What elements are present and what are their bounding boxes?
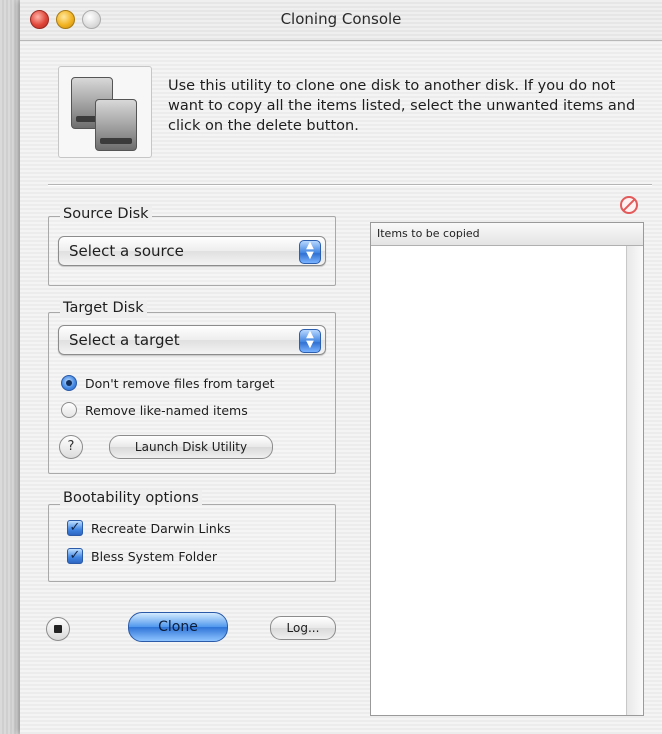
cloning-console-window: Cloning Console Use this utility to clon…: [20, 0, 662, 734]
target-popup[interactable]: Select a target ▲ ▼: [58, 325, 326, 355]
list-header-items-to-be-copied[interactable]: Items to be copied: [371, 223, 643, 246]
recreate-darwin-links-checkbox[interactable]: ✓ Recreate Darwin Links: [67, 520, 231, 536]
disk-icon-front: [95, 99, 137, 151]
bootability-group: ✓ Recreate Darwin Links ✓ Bless System F…: [48, 504, 336, 582]
up-down-arrows-icon: ▲ ▼: [299, 240, 321, 264]
checkmark-icon[interactable]: ✓: [67, 520, 83, 536]
target-disk-label: Target Disk: [60, 300, 147, 316]
separator: [48, 184, 652, 186]
window-title: Cloning Console: [280, 10, 402, 28]
source-popup-value: Select a source: [69, 242, 184, 260]
hard-disks-icon: [58, 66, 152, 158]
source-disk-label: Source Disk: [60, 206, 152, 222]
radio-unselected-indicator[interactable]: [61, 402, 77, 418]
launch-disk-utility-button[interactable]: Launch Disk Utility: [109, 435, 273, 459]
clone-button[interactable]: Clone: [128, 612, 228, 642]
delete-no-icon[interactable]: [620, 196, 638, 214]
title-bar[interactable]: Cloning Console: [20, 0, 662, 41]
radio-selected-indicator[interactable]: [61, 375, 77, 391]
radio-dont-remove-label: Don't remove files from target: [85, 375, 275, 391]
bless-system-folder-checkbox[interactable]: ✓ Bless System Folder: [67, 548, 217, 564]
radio-dont-remove[interactable]: Don't remove files from target: [61, 375, 275, 391]
list-scrollbar[interactable]: [626, 246, 643, 715]
bless-system-folder-label: Bless System Folder: [91, 548, 217, 564]
checkmark-icon[interactable]: ✓: [67, 548, 83, 564]
source-popup[interactable]: Select a source ▲ ▼: [58, 236, 326, 266]
log-button[interactable]: Log...: [270, 616, 336, 640]
up-down-arrows-icon: ▲ ▼: [299, 329, 321, 353]
target-disk-group: Select a target ▲ ▼ Don't remove files fr…: [48, 312, 336, 474]
bootability-label: Bootability options: [60, 490, 202, 506]
intro-text: Use this utility to clone one disk to an…: [168, 78, 636, 134]
radio-remove-like-named-label: Remove like-named items: [85, 402, 248, 418]
items-to-copy-list[interactable]: Items to be copied: [370, 222, 644, 716]
source-disk-group: Select a source ▲ ▼: [48, 216, 336, 286]
target-popup-value: Select a target: [69, 331, 180, 349]
radio-remove-like-named[interactable]: Remove like-named items: [61, 402, 248, 418]
recreate-darwin-links-label: Recreate Darwin Links: [91, 520, 231, 536]
help-button[interactable]: ?: [59, 435, 83, 459]
stop-icon[interactable]: [46, 617, 70, 641]
